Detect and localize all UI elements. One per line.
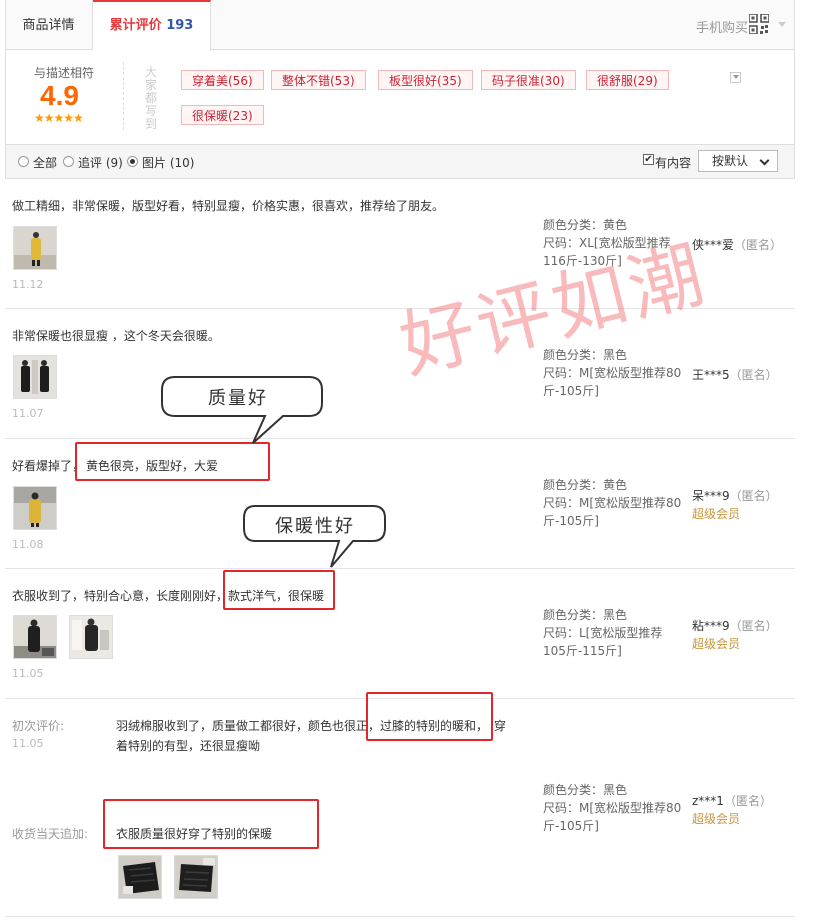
sort-dropdown-label: 按默认 xyxy=(712,154,749,168)
expand-tags-icon[interactable] xyxy=(730,72,741,83)
review-sku: 颜色分类：黑色 尺码：L[宽松版型推荐 105斤-115斤] xyxy=(543,606,662,660)
reviewer-name: 粘***9 xyxy=(692,619,730,633)
anonymous-label: （匿名） xyxy=(723,794,772,808)
sku-size-cont: 斤-105斤] xyxy=(543,384,599,398)
reviewer: 粘***9（匿名） xyxy=(692,617,778,634)
review-date: 11.05 xyxy=(12,667,44,680)
radio-all-label: 全部 xyxy=(33,156,58,170)
review-photo[interactable] xyxy=(13,355,57,399)
sku-size: 尺码：M[宽松版型推荐80 xyxy=(543,496,682,510)
sku-size-cont: 斤-105斤] xyxy=(543,514,599,528)
callout-quality-text: 质量好 xyxy=(208,388,268,409)
sku-color: 颜色分类：黑色 xyxy=(543,783,628,797)
append-review-label: 收货当天追加: xyxy=(12,827,89,841)
review-date: 11.08 xyxy=(12,538,44,551)
rating-stars: ★★★★★ xyxy=(34,111,84,125)
impression-tag[interactable]: 很舒服(29) xyxy=(586,70,669,90)
review-sku: 颜色分类：黄色 尺码：M[宽松版型推荐80 斤-105斤] xyxy=(543,476,681,530)
vip-badge: 超级会员 xyxy=(692,637,741,651)
review-date: 11.12 xyxy=(12,278,44,291)
first-review-label: 初次评价: xyxy=(12,719,65,733)
impression-tag[interactable]: 整体不错(53) xyxy=(271,70,366,90)
sort-dropdown[interactable]: 按默认 xyxy=(698,150,778,172)
vip-badge: 超级会员 xyxy=(692,507,741,521)
everyone-says-label: 大家都写到 xyxy=(144,65,157,131)
qr-code-icon[interactable] xyxy=(748,13,770,35)
reviewer: z***1（匿名） xyxy=(692,792,772,809)
review-text: 非常保暖也很显瘦 ，这个冬天会很暖。 xyxy=(12,329,220,343)
callout-warmth: 保暖性好 xyxy=(243,505,387,570)
impression-tag[interactable]: 穿着美(56) xyxy=(181,70,264,90)
highlight-box xyxy=(103,799,319,849)
review-sku: 颜色分类：黑色 尺码：M[宽松版型推荐80 斤-105斤] xyxy=(543,781,681,835)
tab-reviews-label: 累计评价 xyxy=(109,18,162,33)
highlight-box xyxy=(366,692,493,741)
reviewer: 王***5（匿名） xyxy=(692,366,778,383)
sku-size-cont: 斤-105斤] xyxy=(543,819,599,833)
sku-color: 颜色分类：黄色 xyxy=(543,478,628,492)
tab-reviews[interactable]: 累计评价 193 xyxy=(93,0,211,51)
rating-score: 4.9 xyxy=(40,80,79,111)
review-text-part: 好看爆掉了， xyxy=(12,459,85,473)
impression-tag[interactable]: 板型很好(35) xyxy=(378,70,473,90)
highlight-box xyxy=(223,570,335,610)
review-text: 做工精细，非常保暖，版型好看，特别显瘦，价格实惠，很喜欢，推荐给了朋友。 xyxy=(12,199,445,213)
review-text-cont: 着特别的有型，还很显瘦呦 xyxy=(116,739,261,753)
chevron-down-icon[interactable] xyxy=(778,22,786,27)
radio-pictures[interactable] xyxy=(127,156,138,167)
sku-size-cont: 105斤-115斤] xyxy=(543,644,622,658)
anonymous-label: （匿名） xyxy=(734,238,783,252)
reviewer-name: 呆***9 xyxy=(692,489,730,503)
callout-quality: 质量好 xyxy=(161,376,325,446)
has-content-checkbox[interactable]: ✔ xyxy=(643,154,654,165)
review-date: 11.05 xyxy=(12,737,44,750)
anonymous-label: （匿名） xyxy=(729,489,778,503)
radio-all[interactable] xyxy=(18,156,29,167)
sku-size: 尺码：M[宽松版型推荐80 xyxy=(543,801,682,815)
impression-tag[interactable]: 很保暖(23) xyxy=(181,105,264,125)
vip-badge: 超级会员 xyxy=(692,812,741,826)
rating-label: 与描述相符 xyxy=(34,66,95,80)
impression-tag[interactable]: 码子很准(30) xyxy=(481,70,576,90)
divider xyxy=(5,438,795,439)
review-text-part: 衣服收到了，特别合心意，长度刚刚好， xyxy=(12,589,229,603)
reviewer-name: 王***5 xyxy=(692,368,730,382)
divider xyxy=(5,568,795,569)
review-text-part: 穿 xyxy=(494,719,507,733)
highlight-box xyxy=(75,442,270,481)
sku-size: 尺码：L[宽松版型推荐 xyxy=(543,626,663,640)
review-photo[interactable] xyxy=(13,226,57,270)
radio-pictures-label: 图片 (10) xyxy=(142,156,195,170)
callout-warmth-text: 保暖性好 xyxy=(275,516,355,537)
divider xyxy=(123,62,124,130)
review-count: 193 xyxy=(166,18,194,33)
tab-product-details[interactable]: 商品详情 xyxy=(5,0,93,50)
radio-append-label: 追评 (9) xyxy=(78,156,123,170)
review-photo[interactable] xyxy=(13,615,57,659)
tab-product-details-label: 商品详情 xyxy=(22,18,75,33)
reviewer: 呆***9（匿名） xyxy=(692,487,778,504)
divider xyxy=(5,916,795,917)
anonymous-label: （匿名） xyxy=(729,619,778,633)
reviewer-name: z***1 xyxy=(692,794,724,808)
mobile-buy-link[interactable]: 手机购买 xyxy=(696,17,748,36)
has-content-label: 有内容 xyxy=(655,156,692,170)
review-photo[interactable] xyxy=(118,855,162,899)
radio-append[interactable] xyxy=(63,156,74,167)
review-date: 11.07 xyxy=(12,407,44,420)
reviewer: 侠***爱（匿名） xyxy=(692,236,782,253)
review-text-part: 羽绒棉服收到了，质量做工都很好，颜色也很正， xyxy=(116,719,381,733)
review-photo[interactable] xyxy=(13,486,57,530)
review-photo[interactable] xyxy=(69,615,113,659)
sku-size: 尺码：M[宽松版型推荐80 xyxy=(543,366,682,380)
sku-color: 颜色分类：黑色 xyxy=(543,608,628,622)
anonymous-label: （匿名） xyxy=(729,368,778,382)
review-photo[interactable] xyxy=(174,855,218,899)
